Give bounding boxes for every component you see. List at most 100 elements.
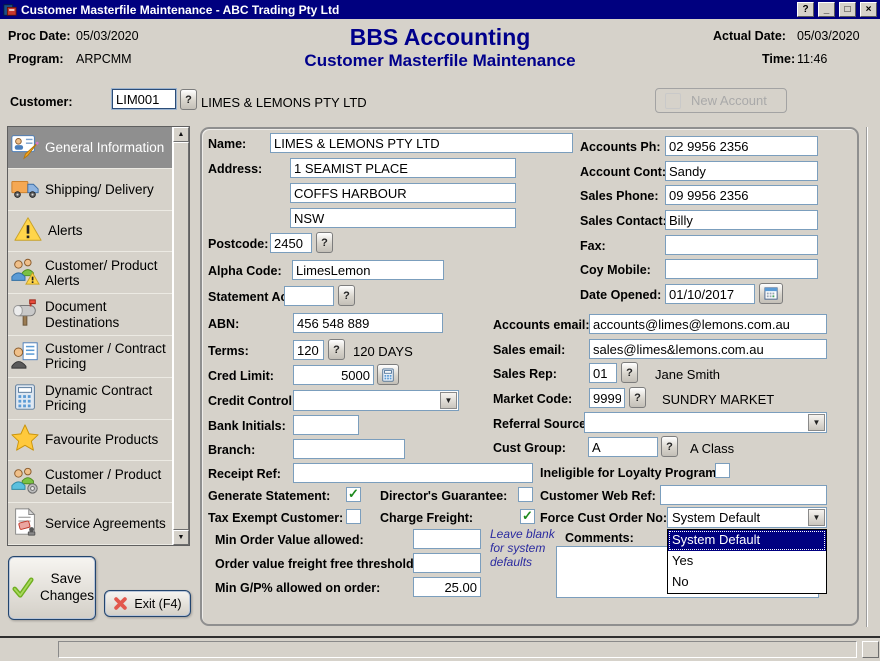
date-opened-calendar-button[interactable] <box>759 283 783 304</box>
sidebar-item-customer-product-alerts[interactable]: Customer/ Product Alerts <box>8 252 172 294</box>
min-order-value-input[interactable] <box>413 529 481 549</box>
accounts-email-input[interactable] <box>589 314 827 334</box>
chevron-down-icon[interactable]: ▼ <box>808 509 825 526</box>
address-line2-input[interactable] <box>290 183 516 203</box>
scroll-down-button[interactable]: ▼ <box>173 530 189 545</box>
credit-control-select[interactable]: ▼ <box>293 390 459 411</box>
chevron-down-icon[interactable]: ▼ <box>808 414 825 431</box>
alpha-code-input[interactable] <box>292 260 444 280</box>
tax-exempt-checkbox[interactable] <box>346 509 361 524</box>
account-cont-input[interactable] <box>665 161 818 181</box>
new-account-label: New Account <box>691 93 767 108</box>
sidebar-item-service-agreements[interactable]: Service Agreements <box>8 503 172 545</box>
address-line1-input[interactable] <box>290 158 516 178</box>
mailbox-icon <box>10 298 40 331</box>
help-button[interactable]: ? <box>797 2 814 17</box>
loyalty-ineligible-checkbox[interactable] <box>715 463 730 478</box>
chevron-down-icon[interactable]: ▼ <box>440 392 457 409</box>
defaults-note: Leave blank for system defaults <box>490 528 556 569</box>
cust-group-lookup-button[interactable]: ? <box>661 436 678 457</box>
directors-guarantee-checkbox[interactable] <box>518 487 533 502</box>
market-code-input[interactable] <box>589 388 625 408</box>
sales-contact-input[interactable] <box>665 210 818 230</box>
force-cust-order-value: System Default <box>672 510 760 525</box>
customer-lookup-button[interactable]: ? <box>180 89 197 110</box>
app-title: BBS Accounting <box>240 24 640 51</box>
branch-input[interactable] <box>293 439 405 459</box>
status-bar <box>58 641 857 658</box>
referral-source-select[interactable]: ▼ <box>584 412 827 433</box>
sidebar-item-alerts[interactable]: Alerts <box>8 211 172 253</box>
statement-acc-lookup-button[interactable]: ? <box>338 285 355 306</box>
sidebar-item-customer-product-details[interactable]: Customer / Product Details <box>8 461 172 503</box>
sidebar-item-label: Alerts <box>48 223 83 238</box>
min-gp-label: Min G/P% allowed on order: <box>215 581 380 595</box>
right-edge-divider <box>866 127 867 627</box>
customer-label: Customer: <box>10 95 73 109</box>
generate-statement-checkbox[interactable] <box>346 487 361 502</box>
sidebar-item-favourite-products[interactable]: Favourite Products <box>8 420 172 462</box>
fax-label: Fax: <box>580 239 606 253</box>
minimize-button[interactable]: _ <box>818 2 835 17</box>
new-account-button[interactable]: New Account <box>655 88 787 113</box>
sidebar-item-dynamic-contract-pricing[interactable]: Dynamic Contract Pricing <box>8 378 172 420</box>
scroll-thumb[interactable] <box>173 142 189 530</box>
exit-button[interactable]: Exit (F4) <box>104 590 191 617</box>
alpha-code-label: Alpha Code: <box>208 264 282 278</box>
sales-rep-lookup-button[interactable]: ? <box>621 362 638 383</box>
bank-initials-label: Bank Initials: <box>208 419 286 433</box>
branch-label: Branch: <box>208 443 255 457</box>
sidebar-scrollbar: ▲ ▼ <box>172 127 189 545</box>
address-line3-input[interactable] <box>290 208 516 228</box>
date-opened-input[interactable] <box>665 284 755 304</box>
sidebar-item-label: Dynamic Contract Pricing <box>45 383 170 413</box>
sidebar-item-general-information[interactable]: General Information <box>8 127 172 169</box>
terms-input[interactable] <box>293 340 324 360</box>
coy-mobile-input[interactable] <box>665 259 818 279</box>
postcode-input[interactable] <box>270 233 312 253</box>
name-label: Name: <box>208 137 246 151</box>
customer-name-text: LIMES & LEMONS PTY LTD <box>201 95 367 110</box>
accounts-ph-input[interactable] <box>665 136 818 156</box>
coy-mobile-label: Coy Mobile: <box>580 263 651 277</box>
force-cust-order-select[interactable]: System Default ▼ <box>667 507 827 528</box>
cust-group-input[interactable] <box>588 437 658 457</box>
sidebar-item-customer-contract-pricing[interactable]: Customer / Contract Pricing <box>8 336 172 378</box>
sales-phone-input[interactable] <box>665 185 818 205</box>
accounts-ph-label: Accounts Ph: <box>580 140 661 154</box>
scroll-up-button[interactable]: ▲ <box>173 127 189 142</box>
dropdown-option-yes[interactable]: Yes <box>668 551 826 572</box>
abn-input[interactable] <box>293 313 443 333</box>
sales-phone-label: Sales Phone: <box>580 189 659 203</box>
statement-acc-input[interactable] <box>284 286 334 306</box>
charge-freight-checkbox[interactable] <box>520 509 535 524</box>
sales-email-input[interactable] <box>589 339 827 359</box>
sidebar-item-document-destinations[interactable]: Document Destinations <box>8 294 172 336</box>
close-button[interactable]: × <box>860 2 877 17</box>
fax-input[interactable] <box>665 235 818 255</box>
customer-web-ref-input[interactable] <box>660 485 827 505</box>
dropdown-option-no[interactable]: No <box>668 572 826 593</box>
date-opened-label: Date Opened: <box>580 288 661 302</box>
sidebar-item-label: Customer / Contract Pricing <box>45 341 170 371</box>
terms-lookup-button[interactable]: ? <box>328 339 345 360</box>
sidebar-item-shipping-delivery[interactable]: Shipping/ Delivery <box>8 169 172 211</box>
bank-initials-input[interactable] <box>293 415 359 435</box>
cred-limit-calculator-button[interactable] <box>377 364 399 385</box>
name-input[interactable] <box>270 133 573 153</box>
postcode-lookup-button[interactable]: ? <box>316 232 333 253</box>
sales-email-label: Sales email: <box>493 343 565 357</box>
dropdown-option-system-default[interactable]: System Default <box>668 530 826 551</box>
referral-source-label: Referral Source: <box>493 417 590 431</box>
cred-limit-input[interactable] <box>293 365 374 385</box>
receipt-ref-input[interactable] <box>293 463 533 483</box>
maximize-button[interactable]: □ <box>839 2 856 17</box>
screen-title: Customer Masterfile Maintenance <box>215 51 665 71</box>
sales-rep-input[interactable] <box>589 363 617 383</box>
freight-free-threshold-input[interactable] <box>413 553 481 573</box>
customer-code-input[interactable] <box>112 89 176 109</box>
min-gp-input[interactable] <box>413 577 481 597</box>
document-stamp-icon <box>10 507 40 540</box>
save-changes-button[interactable]: Save Changes <box>8 556 96 620</box>
market-code-lookup-button[interactable]: ? <box>629 387 646 408</box>
